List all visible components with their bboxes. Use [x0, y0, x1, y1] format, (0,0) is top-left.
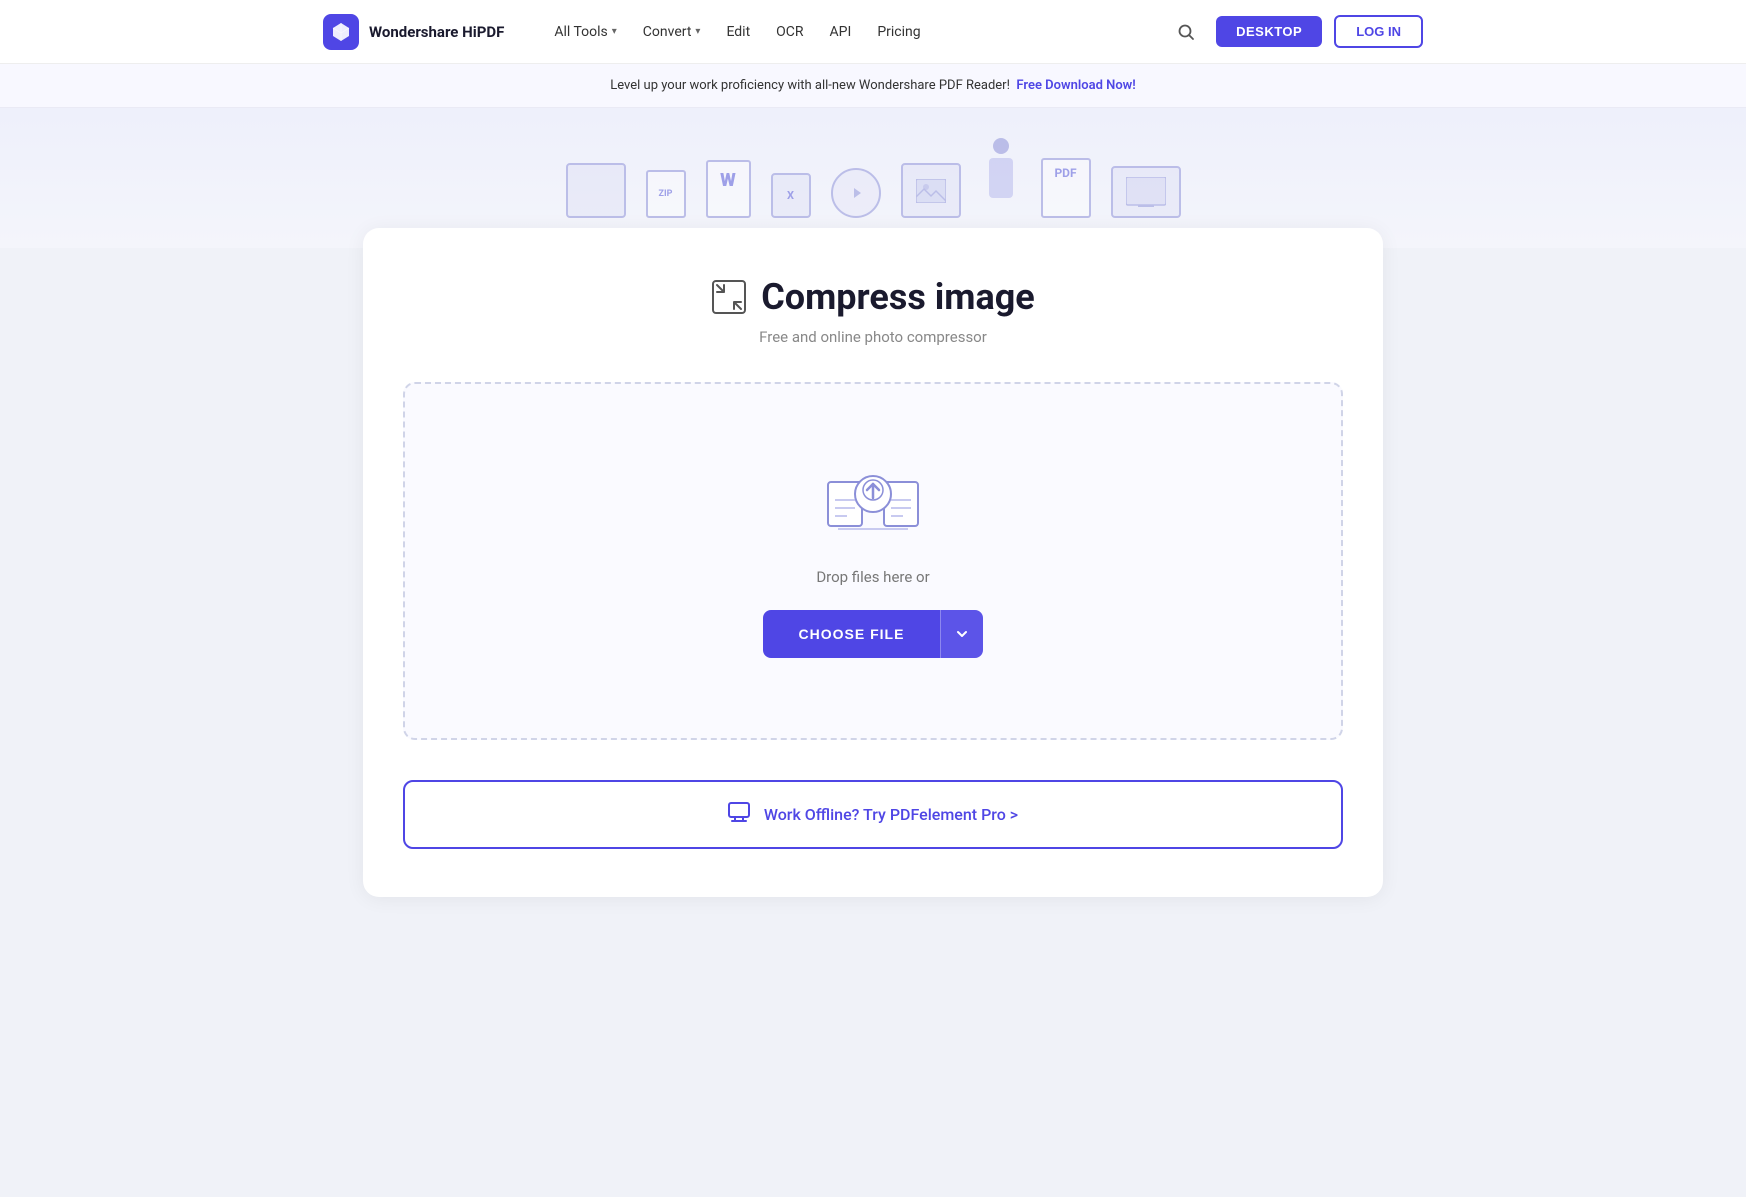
search-icon[interactable] — [1168, 14, 1204, 50]
illus-zip: ZIP — [646, 170, 686, 218]
choose-file-dropdown-button[interactable] — [940, 610, 983, 658]
chevron-down-icon: ▾ — [612, 26, 617, 37]
nav-ocr[interactable]: OCR — [766, 18, 813, 46]
tool-card: Compress image Free and online photo com… — [363, 228, 1383, 897]
choose-file-group: CHOOSE FILE — [763, 610, 984, 658]
choose-file-button[interactable]: CHOOSE FILE — [763, 610, 941, 658]
navbar: Wondershare HiPDF All Tools ▾ Convert ▾ … — [0, 0, 1746, 64]
chevron-down-icon — [955, 627, 969, 641]
chevron-down-icon: ▾ — [695, 26, 700, 37]
drop-text: Drop files here or — [816, 568, 929, 586]
upload-icon — [823, 464, 923, 544]
nav-convert[interactable]: Convert ▾ — [633, 18, 711, 46]
illus-circle — [831, 168, 881, 218]
nav-links: All Tools ▾ Convert ▾ Edit OCR API Prici… — [544, 18, 1136, 46]
illus-person — [981, 138, 1021, 218]
tool-title: Compress image — [403, 276, 1343, 318]
monitor-icon — [728, 802, 750, 827]
nav-api[interactable]: API — [820, 18, 862, 46]
illus-pdf: PDF — [1041, 158, 1091, 218]
hero-illustration: ZIP X PDF — [0, 108, 1746, 248]
illus-window — [566, 163, 626, 218]
compress-icon — [711, 279, 747, 315]
offline-banner[interactable]: Work Offline? Try PDFelement Pro > — [403, 780, 1343, 849]
main-content: Compress image Free and online photo com… — [323, 228, 1423, 957]
nav-actions: DESKTOP LOG IN — [1168, 14, 1423, 50]
tool-title-area: Compress image Free and online photo com… — [403, 276, 1343, 346]
desktop-button[interactable]: DESKTOP — [1216, 16, 1322, 47]
promo-banner: Level up your work proficiency with all-… — [0, 64, 1746, 108]
logo-text: Wondershare HiPDF — [369, 23, 504, 41]
download-link[interactable]: Free Download Now! — [1016, 78, 1135, 93]
logo[interactable]: Wondershare HiPDF — [323, 14, 504, 50]
illus-monitor — [1111, 166, 1181, 218]
illus-image — [901, 163, 961, 218]
nav-pricing[interactable]: Pricing — [867, 18, 930, 46]
illus-doc-word — [706, 160, 751, 218]
dropzone[interactable]: Drop files here or CHOOSE FILE — [403, 382, 1343, 740]
offline-text: Work Offline? Try PDFelement Pro > — [764, 805, 1018, 824]
page-title: Compress image — [761, 276, 1035, 318]
login-button[interactable]: LOG IN — [1334, 15, 1423, 48]
illus-excel: X — [771, 173, 811, 218]
logo-icon — [323, 14, 359, 50]
nav-edit[interactable]: Edit — [716, 18, 760, 46]
nav-all-tools[interactable]: All Tools ▾ — [544, 18, 626, 46]
tool-subtitle: Free and online photo compressor — [403, 328, 1343, 346]
